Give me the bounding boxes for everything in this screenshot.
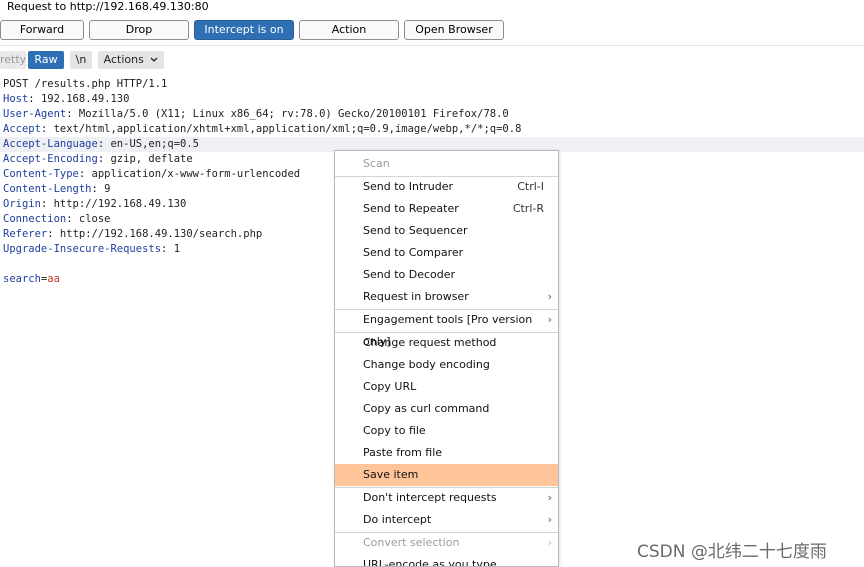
menu-item-copy-to-file[interactable]: Copy to file	[335, 420, 558, 442]
watermark: CSDN @北纬二十七度雨	[637, 542, 827, 562]
header-name: Referer	[3, 228, 48, 240]
menu-item-send-to-decoder[interactable]: Send to Decoder	[335, 264, 558, 286]
chevron-right-icon: ›	[547, 536, 552, 549]
header-line: Host: 192.168.49.130	[3, 93, 130, 105]
window-title: Request to http://192.168.49.130:80	[7, 0, 209, 13]
header-name: Origin	[3, 198, 41, 210]
context-menu: Scan Send to Intruder Ctrl-I Send to Repe…	[334, 150, 559, 567]
header-name: Accept	[3, 123, 41, 135]
actions-label: Actions	[103, 53, 144, 66]
menu-item-copy-url[interactable]: Copy URL	[335, 376, 558, 398]
header-value: close	[78, 213, 111, 225]
header-name: Accept-Language	[3, 138, 98, 150]
header-name: Content-Type	[3, 168, 79, 180]
menu-item-scan: Scan	[363, 157, 390, 170]
menu-item-dont-intercept[interactable]: Don't intercept requests ›	[335, 487, 558, 509]
header-name: User-Agent	[3, 108, 67, 120]
chevron-right-icon: ›	[547, 491, 552, 504]
header-value: 9	[104, 183, 111, 195]
menu-item-save-item[interactable]: Save item	[335, 464, 558, 486]
header-value: Mozilla/5.0 (X11; Linux x86_64; rv:78.0)…	[78, 108, 509, 120]
actions-dropdown[interactable]: Actions	[98, 51, 164, 69]
menu-item-do-intercept[interactable]: Do intercept ›	[335, 509, 558, 531]
header-value: 192.168.49.130	[40, 93, 130, 105]
header-name: Host	[3, 93, 29, 105]
drop-button[interactable]: Drop	[89, 20, 189, 40]
menu-item-change-request-method[interactable]: Change request method	[335, 332, 558, 354]
menu-item-paste-from-file[interactable]: Paste from file	[335, 442, 558, 464]
chevron-right-icon: ›	[547, 513, 552, 526]
header-value: en-US,en;q=0.5	[110, 138, 199, 150]
body-param-value: aa	[47, 273, 60, 285]
menu-item-url-encode[interactable]: URL-encode as you type	[335, 554, 558, 566]
header-name: Content-Length	[3, 183, 92, 195]
menu-item-send-to-sequencer[interactable]: Send to Sequencer	[335, 220, 558, 242]
request-line: POST /results.php HTTP/1.1	[3, 78, 168, 90]
menu-item-convert-selection: Convert selection ›	[335, 532, 558, 554]
toolbar-divider	[0, 45, 864, 46]
header-value: application/x-www-form-urlencoded	[91, 168, 301, 180]
header-value: gzip, deflate	[110, 153, 193, 165]
chevron-right-icon: ›	[547, 290, 552, 303]
chevron-right-icon: ›	[547, 313, 552, 326]
editor-tab-bar: retty Raw \n Actions	[0, 49, 864, 71]
menu-item-send-to-intruder[interactable]: Send to Intruder Ctrl-I	[335, 176, 558, 198]
menu-item-change-body-encoding[interactable]: Change body encoding	[335, 354, 558, 376]
tab-pretty[interactable]: retty	[0, 51, 26, 69]
header-line: Accept: text/html,application/xhtml+xml,…	[3, 123, 522, 135]
header-value: text/html,application/xhtml+xml,applicat…	[53, 123, 522, 135]
chevron-down-icon	[150, 51, 158, 69]
header-value: 1	[173, 243, 181, 255]
forward-button[interactable]: Forward	[0, 20, 84, 40]
open-browser-button[interactable]: Open Browser	[404, 20, 504, 40]
header-name: Upgrade-Insecure-Requests	[3, 243, 162, 255]
body-param-name: search	[3, 273, 41, 285]
menu-item-send-to-comparer[interactable]: Send to Comparer	[335, 242, 558, 264]
shortcut-label: Ctrl-I	[517, 180, 544, 193]
newline-toggle-button[interactable]: \n	[70, 51, 92, 69]
header-name: Accept-Encoding	[3, 153, 98, 165]
menu-item-engagement-tools[interactable]: Engagement tools [Pro version only] ›	[335, 309, 558, 348]
menu-item-send-to-repeater[interactable]: Send to Repeater Ctrl-R	[335, 198, 558, 220]
menu-item-request-in-browser[interactable]: Request in browser ›	[335, 286, 558, 308]
header-value: http://192.168.49.130	[53, 198, 187, 210]
header-name: Connection	[3, 213, 67, 225]
header-value: http://192.168.49.130/search.php	[59, 228, 263, 240]
menu-item-copy-as-curl[interactable]: Copy as curl command	[335, 398, 558, 420]
intercept-toggle-button[interactable]: Intercept is on	[194, 20, 294, 40]
action-button[interactable]: Action	[299, 20, 399, 40]
tab-raw[interactable]: Raw	[28, 51, 64, 69]
header-line: User-Agent: Mozilla/5.0 (X11; Linux x86_…	[3, 108, 509, 120]
shortcut-label: Ctrl-R	[512, 202, 544, 215]
